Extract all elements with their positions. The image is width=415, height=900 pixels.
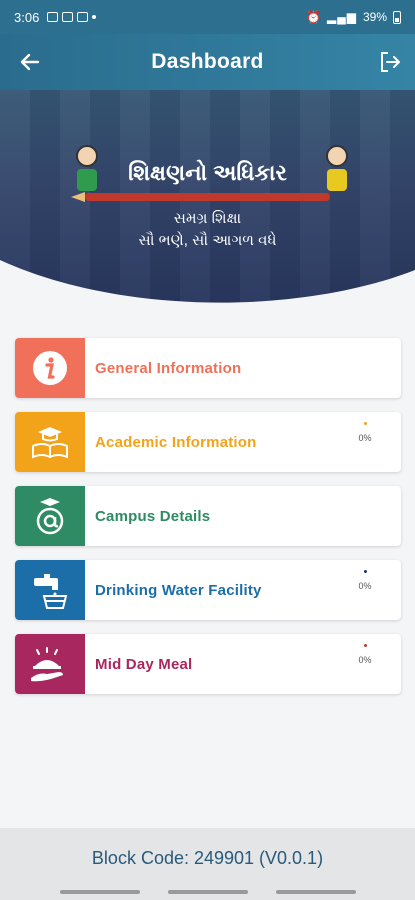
progress-percent: 0% xyxy=(358,433,372,443)
banner-wave xyxy=(0,260,415,320)
notification-icons xyxy=(47,12,97,22)
logout-icon xyxy=(381,52,400,72)
youtube-icon xyxy=(77,12,89,22)
progress-percent: 0% xyxy=(358,655,372,665)
header-banner: શિક્ષણનો અધિકાર સમગ્ર શિક્ષા સૌ ભણે, સૌ … xyxy=(0,90,415,320)
meal-cloche-icon xyxy=(31,647,63,682)
menu-item-campus-details[interactable]: Campus Details xyxy=(15,486,401,546)
app-bar: Dashboard xyxy=(0,34,415,90)
banner-tagline: સૌ ભણે, સૌ આગળ વધે xyxy=(138,232,277,249)
page-title: Dashboard xyxy=(151,50,264,73)
info-icon xyxy=(33,351,67,385)
menu-item-label: Academic Information xyxy=(95,433,257,451)
progress-percent: 0% xyxy=(358,581,372,591)
nav-handle-center[interactable] xyxy=(168,890,248,894)
pencil-graphic xyxy=(71,192,330,202)
footer-bar: Block Code: 249901 (V0.0.1) xyxy=(0,828,415,900)
logout-button[interactable] xyxy=(375,48,405,76)
menu-item-label: Mid Day Meal xyxy=(95,655,193,673)
water-tap-icon xyxy=(34,574,68,609)
graduation-book-icon xyxy=(32,427,68,459)
signal-icon: ▂▄▆ xyxy=(327,10,357,24)
menu-list: General Information Academic Information… xyxy=(15,338,401,708)
progress-indicator: 0% xyxy=(357,422,373,443)
back-button[interactable] xyxy=(16,48,44,76)
menu-item-academic-information[interactable]: Academic Information 0% xyxy=(15,412,401,472)
menu-item-general-information[interactable]: General Information xyxy=(15,338,401,398)
banner-title: શિક્ષણનો અધિકાર xyxy=(128,160,287,185)
status-bar: 3:06 ⏰ ▂▄▆ 39% xyxy=(0,0,415,34)
block-code: Block Code: 249901 (V0.0.1) xyxy=(91,848,324,868)
gallery-icon xyxy=(47,12,59,22)
arrow-left-icon xyxy=(20,53,40,71)
nav-handle-left[interactable] xyxy=(60,890,140,894)
battery-icon xyxy=(393,10,401,24)
alarm-icon: ⏰ xyxy=(306,10,321,24)
menu-item-drinking-water-facility[interactable]: Drinking Water Facility 0% xyxy=(15,560,401,620)
more-notifications-icon xyxy=(92,15,97,19)
progress-indicator: 0% xyxy=(357,570,373,591)
menu-item-mid-day-meal[interactable]: Mid Day Meal 0% xyxy=(15,634,401,694)
instagram-icon xyxy=(62,12,74,22)
menu-item-label: General Information xyxy=(95,359,242,377)
menu-item-label: Campus Details xyxy=(95,507,211,525)
menu-item-label: Drinking Water Facility xyxy=(95,581,262,599)
banner-subtitle: સમગ્ર શિક્ષા xyxy=(173,210,242,227)
at-graduation-icon xyxy=(36,498,64,535)
nav-handle-right[interactable] xyxy=(276,890,356,894)
battery-percent: 39% xyxy=(362,10,387,24)
status-time: 3:06 xyxy=(14,9,40,25)
progress-indicator: 0% xyxy=(357,644,373,665)
